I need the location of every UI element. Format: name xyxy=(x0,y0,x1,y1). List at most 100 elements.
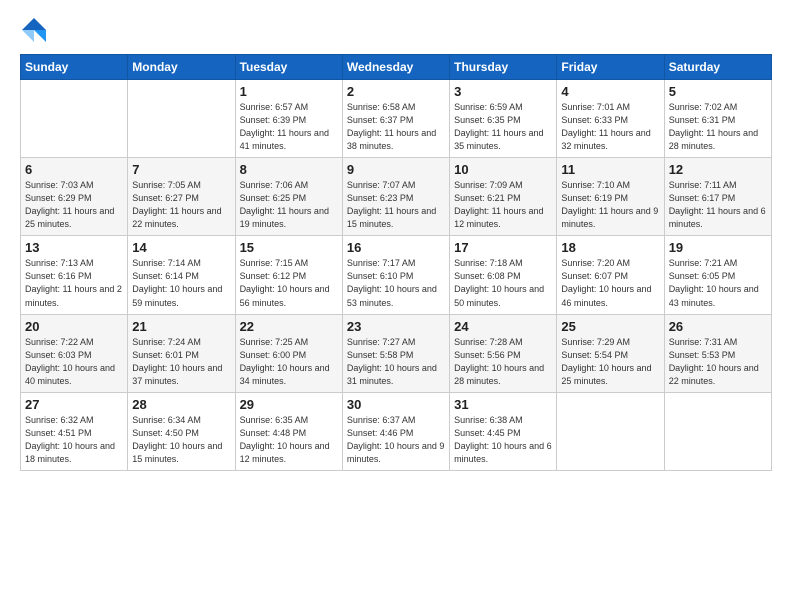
calendar-cell: 13Sunrise: 7:13 AMSunset: 6:16 PMDayligh… xyxy=(21,236,128,314)
calendar-cell: 2Sunrise: 6:58 AMSunset: 6:37 PMDaylight… xyxy=(342,80,449,158)
day-info: Sunrise: 6:34 AMSunset: 4:50 PMDaylight:… xyxy=(132,414,230,466)
day-number: 25 xyxy=(561,319,659,334)
calendar-cell xyxy=(128,80,235,158)
calendar-cell: 14 Sunrise: 7:14 AMSunset: 6:14 PMDayligh… xyxy=(128,236,235,314)
calendar-cell: 27 Sunrise: 6:32 AMSunset: 4:51 PMDayligh… xyxy=(21,392,128,470)
day-info: Sunrise: 7:31 AMSunset: 5:53 PMDaylight:… xyxy=(669,336,767,388)
calendar-day-header: Sunday xyxy=(21,55,128,80)
calendar-cell: 23 Sunrise: 7:27 AMSunset: 5:58 PMDayligh… xyxy=(342,314,449,392)
day-info: Sunrise: 7:29 AMSunset: 5:54 PMDaylight:… xyxy=(561,336,659,388)
day-info: Sunrise: 6:59 AMSunset: 6:35 PMDaylight:… xyxy=(454,101,552,153)
day-info: Sunrise: 6:57 AMSunset: 6:39 PMDaylight:… xyxy=(240,101,338,153)
calendar-week-row: 6Sunrise: 7:03 AMSunset: 6:29 PMDaylight… xyxy=(21,158,772,236)
calendar-cell: 19 Sunrise: 7:21 AMSunset: 6:05 PMDayligh… xyxy=(664,236,771,314)
calendar-cell: 25 Sunrise: 7:29 AMSunset: 5:54 PMDayligh… xyxy=(557,314,664,392)
calendar-day-header: Wednesday xyxy=(342,55,449,80)
day-info: Sunrise: 6:32 AMSunset: 4:51 PMDaylight:… xyxy=(25,414,123,466)
day-number: 31 xyxy=(454,397,552,412)
calendar-cell xyxy=(21,80,128,158)
day-info: Sunrise: 7:28 AMSunset: 5:56 PMDaylight:… xyxy=(454,336,552,388)
day-number: 2 xyxy=(347,84,445,99)
day-number: 10 xyxy=(454,162,552,177)
day-info: Sunrise: 7:13 AMSunset: 6:16 PMDaylight:… xyxy=(25,257,123,309)
calendar-day-header: Friday xyxy=(557,55,664,80)
calendar-cell xyxy=(664,392,771,470)
day-info: Sunrise: 6:35 AMSunset: 4:48 PMDaylight:… xyxy=(240,414,338,466)
page-container: SundayMondayTuesdayWednesdayThursdayFrid… xyxy=(0,0,792,481)
day-number: 5 xyxy=(669,84,767,99)
day-info: Sunrise: 7:03 AMSunset: 6:29 PMDaylight:… xyxy=(25,179,123,231)
day-number: 16 xyxy=(347,240,445,255)
calendar-cell: 31 Sunrise: 6:38 AMSunset: 4:45 PMDayligh… xyxy=(450,392,557,470)
calendar-cell: 21 Sunrise: 7:24 AMSunset: 6:01 PMDayligh… xyxy=(128,314,235,392)
day-info: Sunrise: 7:10 AMSunset: 6:19 PMDaylight:… xyxy=(561,179,659,231)
day-info: Sunrise: 7:02 AMSunset: 6:31 PMDaylight:… xyxy=(669,101,767,153)
day-number: 20 xyxy=(25,319,123,334)
calendar-cell: 28 Sunrise: 6:34 AMSunset: 4:50 PMDayligh… xyxy=(128,392,235,470)
day-number: 17 xyxy=(454,240,552,255)
calendar-cell: 9Sunrise: 7:07 AMSunset: 6:23 PMDaylight… xyxy=(342,158,449,236)
day-number: 24 xyxy=(454,319,552,334)
day-info: Sunrise: 7:15 AMSunset: 6:12 PMDaylight:… xyxy=(240,257,338,309)
day-info: Sunrise: 7:11 AMSunset: 6:17 PMDaylight:… xyxy=(669,179,767,231)
day-number: 15 xyxy=(240,240,338,255)
day-number: 4 xyxy=(561,84,659,99)
day-info: Sunrise: 7:20 AMSunset: 6:07 PMDaylight:… xyxy=(561,257,659,309)
day-info: Sunrise: 7:06 AMSunset: 6:25 PMDaylight:… xyxy=(240,179,338,231)
calendar-cell: 20 Sunrise: 7:22 AMSunset: 6:03 PMDayligh… xyxy=(21,314,128,392)
day-number: 12 xyxy=(669,162,767,177)
day-number: 21 xyxy=(132,319,230,334)
calendar-cell: 10 Sunrise: 7:09 AMSunset: 6:21 PMDayligh… xyxy=(450,158,557,236)
day-info: Sunrise: 7:27 AMSunset: 5:58 PMDaylight:… xyxy=(347,336,445,388)
calendar-cell: 7 Sunrise: 7:05 AMSunset: 6:27 PMDaylight… xyxy=(128,158,235,236)
day-number: 28 xyxy=(132,397,230,412)
calendar-week-row: 20 Sunrise: 7:22 AMSunset: 6:03 PMDayligh… xyxy=(21,314,772,392)
calendar-cell: 4 Sunrise: 7:01 AMSunset: 6:33 PMDaylight… xyxy=(557,80,664,158)
calendar-cell: 18 Sunrise: 7:20 AMSunset: 6:07 PMDayligh… xyxy=(557,236,664,314)
calendar-cell: 3 Sunrise: 6:59 AMSunset: 6:35 PMDaylight… xyxy=(450,80,557,158)
day-number: 22 xyxy=(240,319,338,334)
day-number: 23 xyxy=(347,319,445,334)
calendar-cell xyxy=(557,392,664,470)
day-number: 26 xyxy=(669,319,767,334)
calendar-header-row: SundayMondayTuesdayWednesdayThursdayFrid… xyxy=(21,55,772,80)
day-info: Sunrise: 7:18 AMSunset: 6:08 PMDaylight:… xyxy=(454,257,552,309)
day-number: 7 xyxy=(132,162,230,177)
day-info: Sunrise: 7:07 AMSunset: 6:23 PMDaylight:… xyxy=(347,179,445,231)
day-info: Sunrise: 7:01 AMSunset: 6:33 PMDaylight:… xyxy=(561,101,659,153)
day-info: Sunrise: 7:22 AMSunset: 6:03 PMDaylight:… xyxy=(25,336,123,388)
calendar-day-header: Monday xyxy=(128,55,235,80)
calendar-cell: 30Sunrise: 6:37 AMSunset: 4:46 PMDayligh… xyxy=(342,392,449,470)
day-info: Sunrise: 6:38 AMSunset: 4:45 PMDaylight:… xyxy=(454,414,552,466)
day-number: 1 xyxy=(240,84,338,99)
day-number: 30 xyxy=(347,397,445,412)
calendar-cell: 8 Sunrise: 7:06 AMSunset: 6:25 PMDaylight… xyxy=(235,158,342,236)
day-info: Sunrise: 7:17 AMSunset: 6:10 PMDaylight:… xyxy=(347,257,445,309)
calendar-table: SundayMondayTuesdayWednesdayThursdayFrid… xyxy=(20,54,772,471)
calendar-cell: 17 Sunrise: 7:18 AMSunset: 6:08 PMDayligh… xyxy=(450,236,557,314)
day-info: Sunrise: 7:14 AMSunset: 6:14 PMDaylight:… xyxy=(132,257,230,309)
calendar-cell: 6Sunrise: 7:03 AMSunset: 6:29 PMDaylight… xyxy=(21,158,128,236)
day-info: Sunrise: 7:09 AMSunset: 6:21 PMDaylight:… xyxy=(454,179,552,231)
day-number: 29 xyxy=(240,397,338,412)
day-number: 18 xyxy=(561,240,659,255)
day-number: 8 xyxy=(240,162,338,177)
calendar-day-header: Thursday xyxy=(450,55,557,80)
day-info: Sunrise: 7:25 AMSunset: 6:00 PMDaylight:… xyxy=(240,336,338,388)
calendar-day-header: Tuesday xyxy=(235,55,342,80)
day-number: 27 xyxy=(25,397,123,412)
calendar-cell: 29 Sunrise: 6:35 AMSunset: 4:48 PMDayligh… xyxy=(235,392,342,470)
day-number: 19 xyxy=(669,240,767,255)
day-info: Sunrise: 7:24 AMSunset: 6:01 PMDaylight:… xyxy=(132,336,230,388)
header-row xyxy=(20,16,772,44)
calendar-week-row: 13Sunrise: 7:13 AMSunset: 6:16 PMDayligh… xyxy=(21,236,772,314)
calendar-week-row: 27 Sunrise: 6:32 AMSunset: 4:51 PMDayligh… xyxy=(21,392,772,470)
day-number: 14 xyxy=(132,240,230,255)
calendar-cell: 16 Sunrise: 7:17 AMSunset: 6:10 PMDayligh… xyxy=(342,236,449,314)
calendar-day-header: Saturday xyxy=(664,55,771,80)
logo-icon xyxy=(20,16,48,44)
day-info: Sunrise: 7:21 AMSunset: 6:05 PMDaylight:… xyxy=(669,257,767,309)
day-info: Sunrise: 7:05 AMSunset: 6:27 PMDaylight:… xyxy=(132,179,230,231)
day-number: 3 xyxy=(454,84,552,99)
calendar-cell: 5 Sunrise: 7:02 AMSunset: 6:31 PMDaylight… xyxy=(664,80,771,158)
